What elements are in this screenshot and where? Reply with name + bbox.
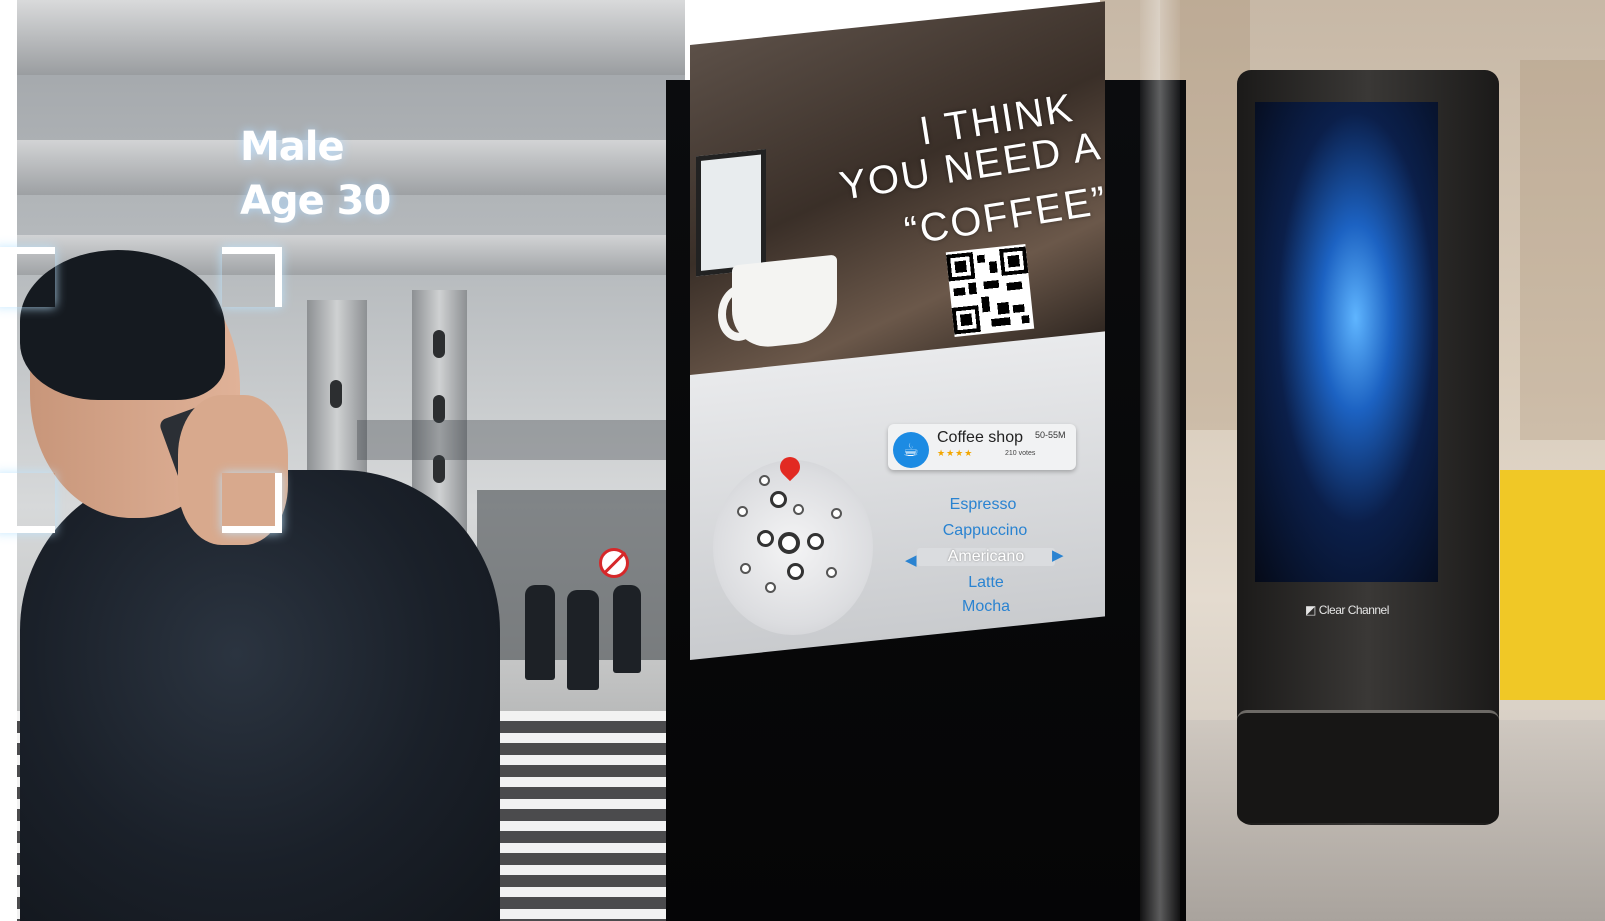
- coffee-cup: [732, 254, 837, 351]
- brand-logo: ◩ Clear Channel: [1305, 603, 1389, 617]
- shop-votes: 210 votes: [1005, 450, 1036, 457]
- coffee-cup-icon: ☕: [893, 432, 929, 468]
- map-location-dot[interactable]: [765, 582, 776, 593]
- map-location-dot[interactable]: [770, 491, 787, 508]
- map-user-position[interactable]: [778, 532, 800, 554]
- menu-item-cappuccino[interactable]: Cappuccino: [910, 522, 1060, 540]
- menu-item-mocha[interactable]: Mocha: [911, 598, 1061, 616]
- shop-rating-stars: ★★★★: [937, 449, 974, 459]
- age-label: Age 30: [240, 178, 391, 224]
- shop-name: Coffee shop: [937, 429, 1023, 446]
- scene: Male Age 30 ◩ Clear Channel I THINK YOU …: [0, 0, 1605, 921]
- map-location-dot[interactable]: [740, 563, 751, 574]
- qr-code-icon[interactable]: [945, 244, 1035, 337]
- map-location-dot[interactable]: [757, 530, 774, 547]
- brand-logo-icon: ◩: [1305, 603, 1316, 617]
- yellow-counter: [1500, 470, 1605, 700]
- menu-item-americano[interactable]: Americano: [917, 548, 1055, 566]
- detection-corner-top-right: [222, 247, 282, 307]
- menu-item-latte[interactable]: Latte: [911, 574, 1061, 592]
- map-location-dot[interactable]: [831, 508, 842, 519]
- brand-name: Clear Channel: [1318, 603, 1390, 617]
- no-smoking-sign-icon: [599, 548, 629, 578]
- arrow-right-icon[interactable]: ▶: [1052, 546, 1064, 564]
- totem-base: [1237, 710, 1499, 823]
- map-location-dot[interactable]: [759, 475, 770, 486]
- map-location-dot[interactable]: [826, 567, 837, 578]
- menu-item-espresso[interactable]: Espresso: [908, 496, 1058, 514]
- gender-label: Male: [240, 124, 345, 170]
- map-location-dot[interactable]: [807, 533, 824, 550]
- map-location-dot[interactable]: [737, 506, 748, 517]
- detection-corner-bottom-left: [0, 473, 55, 533]
- detection-corner-bottom-right: [222, 473, 282, 533]
- shop-distance: 50-55M: [1035, 430, 1066, 440]
- detection-corner-top-left: [0, 247, 55, 307]
- arrow-left-icon[interactable]: ◀: [905, 551, 917, 569]
- totem-screen: [1255, 102, 1438, 582]
- map-location-dot[interactable]: [787, 563, 804, 580]
- map-location-dot[interactable]: [793, 504, 804, 515]
- glass-reflection: [1140, 0, 1180, 921]
- monitor: [696, 149, 766, 277]
